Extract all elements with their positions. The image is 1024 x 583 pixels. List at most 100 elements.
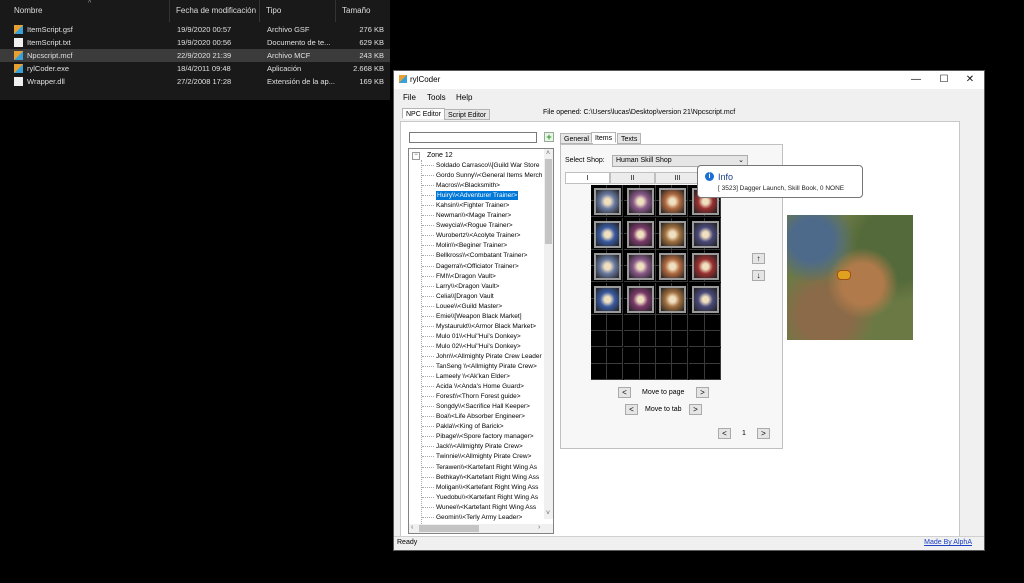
grid-cell[interactable]: [656, 363, 672, 380]
file-row[interactable]: Npcscript.mcf 22/9/2020 21:39 Archivo MC…: [0, 49, 390, 62]
grid-cell[interactable]: [672, 331, 689, 348]
scroll-thumb[interactable]: [419, 525, 479, 532]
shop-item-grid[interactable]: [591, 185, 721, 380]
grid-cell[interactable]: [656, 347, 672, 364]
tree-horizontal-scrollbar[interactable]: ‹ ›: [409, 524, 553, 533]
grid-cell[interactable]: [623, 347, 640, 364]
npc-tree-item[interactable]: Kahsin\\<Fighter Trainer>: [436, 201, 546, 210]
grid-cell[interactable]: [704, 331, 721, 348]
grid-cell[interactable]: [688, 331, 705, 348]
npc-search-input[interactable]: [409, 132, 537, 143]
grid-cell[interactable]: [591, 315, 607, 331]
npc-tree-item[interactable]: Yuedobu\\<Kartefant Right Wing As: [436, 493, 546, 502]
scroll-thumb[interactable]: [545, 159, 552, 244]
npc-tree-item[interactable]: Wunee\\<Kartefant Right Wing Ass: [436, 503, 546, 512]
grid-cell[interactable]: [623, 315, 640, 331]
made-by-link[interactable]: Made By AlphA: [924, 539, 972, 546]
tab-items[interactable]: Items: [591, 132, 617, 143]
npc-tree-item[interactable]: Soldado Carrasco\\[Guild War Store: [436, 161, 546, 170]
grid-cell[interactable]: [704, 347, 721, 364]
tab-next-button[interactable]: >: [689, 404, 702, 415]
npc-tree-item[interactable]: Lameely \\<Ak'kan Elder>: [436, 372, 546, 381]
grid-cell[interactable]: [607, 347, 624, 364]
grid-cell[interactable]: [704, 363, 721, 380]
grid-cell[interactable]: [607, 315, 624, 331]
grid-cell[interactable]: [623, 331, 640, 348]
add-npc-button[interactable]: +: [544, 132, 554, 142]
npc-tree-item[interactable]: Huiry\\<Adventurer Trainer>: [436, 191, 519, 201]
move-down-button[interactable]: ↓: [752, 270, 765, 281]
file-row[interactable]: ItemScript.txt 19/9/2020 00:56 Documento…: [0, 36, 390, 49]
grid-cell[interactable]: [688, 347, 705, 364]
move-up-button[interactable]: ↑: [752, 253, 765, 264]
grid-cell[interactable]: [656, 331, 672, 348]
npc-tree-item[interactable]: Geomin\\<Terly Army Leader>: [436, 513, 546, 522]
scroll-left-icon[interactable]: ‹: [411, 524, 413, 532]
tree-root-zone[interactable]: Zone 12: [427, 151, 453, 160]
npc-tree-item[interactable]: Newman\\<Mage Trainer>: [436, 211, 546, 220]
npc-tree-item[interactable]: Celia\\[Dragon Vault: [436, 292, 546, 301]
column-date[interactable]: Fecha de modificación: [170, 0, 260, 22]
npc-tree-item[interactable]: Jack\\<Allmighty Pirate Crew>: [436, 442, 546, 451]
npc-tree-item[interactable]: Wurobertz\\<Acolyte Trainer>: [436, 231, 546, 240]
file-row[interactable]: ItemScript.gsf 19/9/2020 00:57 Archivo G…: [0, 23, 390, 36]
skill-book-icon[interactable]: [691, 285, 719, 313]
npc-tree[interactable]: − Zone 12 Soldado Carrasco\\[Guild War S…: [408, 148, 554, 534]
npc-tree-item[interactable]: Larry\\<Dragon Vault>: [436, 282, 546, 291]
grid-cell[interactable]: [591, 347, 607, 364]
skill-book-icon[interactable]: [659, 188, 686, 215]
tab-prev-button[interactable]: <: [625, 404, 638, 415]
npc-tree-item[interactable]: Dagerra\\<Officiator Trainer>: [436, 262, 546, 271]
grid-cell[interactable]: [656, 315, 672, 331]
tab-script-editor[interactable]: Script Editor: [444, 109, 491, 120]
file-row[interactable]: Wrapper.dll 27/2/2008 17:28 Extensión de…: [0, 75, 390, 88]
page-prev-button[interactable]: <: [618, 387, 631, 398]
skill-book-icon[interactable]: [659, 220, 686, 248]
npc-tree-item[interactable]: Moligan\\<Kartefant Right Wing Ass: [436, 483, 546, 492]
npc-tree-item[interactable]: John\\<Allmighty Pirate Crew Leader: [436, 352, 546, 361]
tab-general[interactable]: General: [560, 133, 593, 144]
skill-book-icon[interactable]: [626, 285, 654, 313]
npc-tree-item[interactable]: Bethkay\\<Kartefant Right Wing Ass: [436, 473, 546, 482]
title-bar[interactable]: rylCoder — ☐ ✕: [394, 71, 984, 89]
skill-book-icon[interactable]: [626, 253, 654, 280]
grid-cell[interactable]: [591, 331, 607, 348]
scroll-right-icon[interactable]: ›: [538, 524, 540, 532]
skill-book-icon[interactable]: [594, 285, 621, 313]
npc-tree-item[interactable]: Acida \\<Anda's Home Guard>: [436, 382, 546, 391]
npc-tree-item[interactable]: Molin\\<Beginer Trainer>: [436, 241, 546, 250]
grid-cell[interactable]: [672, 363, 689, 380]
collapse-icon[interactable]: −: [412, 152, 420, 160]
npc-tree-item[interactable]: Songdy\\<Sacrifice Hall Keeper>: [436, 402, 546, 411]
grid-cell[interactable]: [639, 347, 656, 364]
scroll-down-icon[interactable]: ˅: [546, 510, 550, 518]
skill-book-icon[interactable]: [594, 188, 621, 215]
menu-help[interactable]: Help: [456, 93, 472, 102]
npc-tree-item[interactable]: Louee\\<Guild Master>: [436, 302, 546, 311]
npc-tree-item[interactable]: Gordo Sunny\\<General Items Merch: [436, 171, 546, 180]
menu-file[interactable]: File: [403, 93, 416, 102]
npc-tree-item[interactable]: Sweycia\\<Rogue Trainer>: [436, 221, 546, 230]
scroll-up-icon[interactable]: ˄: [546, 150, 550, 158]
tree-vertical-scrollbar[interactable]: ˄ ˅: [544, 149, 553, 519]
current-page-prev-button[interactable]: <: [718, 428, 731, 439]
shop-page-tab-1[interactable]: I: [565, 172, 610, 184]
npc-tree-item[interactable]: FMI\\<Dragon Vault>: [436, 272, 546, 281]
tab-npc-editor[interactable]: NPC Editor: [402, 108, 446, 119]
npc-tree-item[interactable]: Terawen\\<Kartefant Right Wing As: [436, 463, 546, 472]
grid-cell[interactable]: [704, 315, 721, 331]
file-row[interactable]: rylCoder.exe 18/4/2011 09:48 Aplicación …: [0, 62, 390, 75]
tab-texts[interactable]: Texts: [617, 133, 642, 144]
npc-tree-item[interactable]: Mulo 01\\<Hui''Hui's Donkey>: [436, 332, 546, 341]
skill-book-icon[interactable]: [594, 220, 621, 248]
skill-book-icon[interactable]: [659, 285, 686, 313]
minimize-button[interactable]: —: [902, 72, 930, 88]
shop-page-tab-3[interactable]: III: [655, 172, 700, 184]
grid-cell[interactable]: [591, 363, 607, 380]
maximize-button[interactable]: ☐: [930, 72, 958, 88]
skill-book-icon[interactable]: [691, 253, 719, 280]
menu-tools[interactable]: Tools: [427, 93, 446, 102]
skill-book-icon[interactable]: [691, 220, 719, 248]
npc-tree-item[interactable]: Pakla\\<King of Barick>: [436, 422, 546, 431]
column-size[interactable]: Tamaño: [336, 0, 390, 22]
